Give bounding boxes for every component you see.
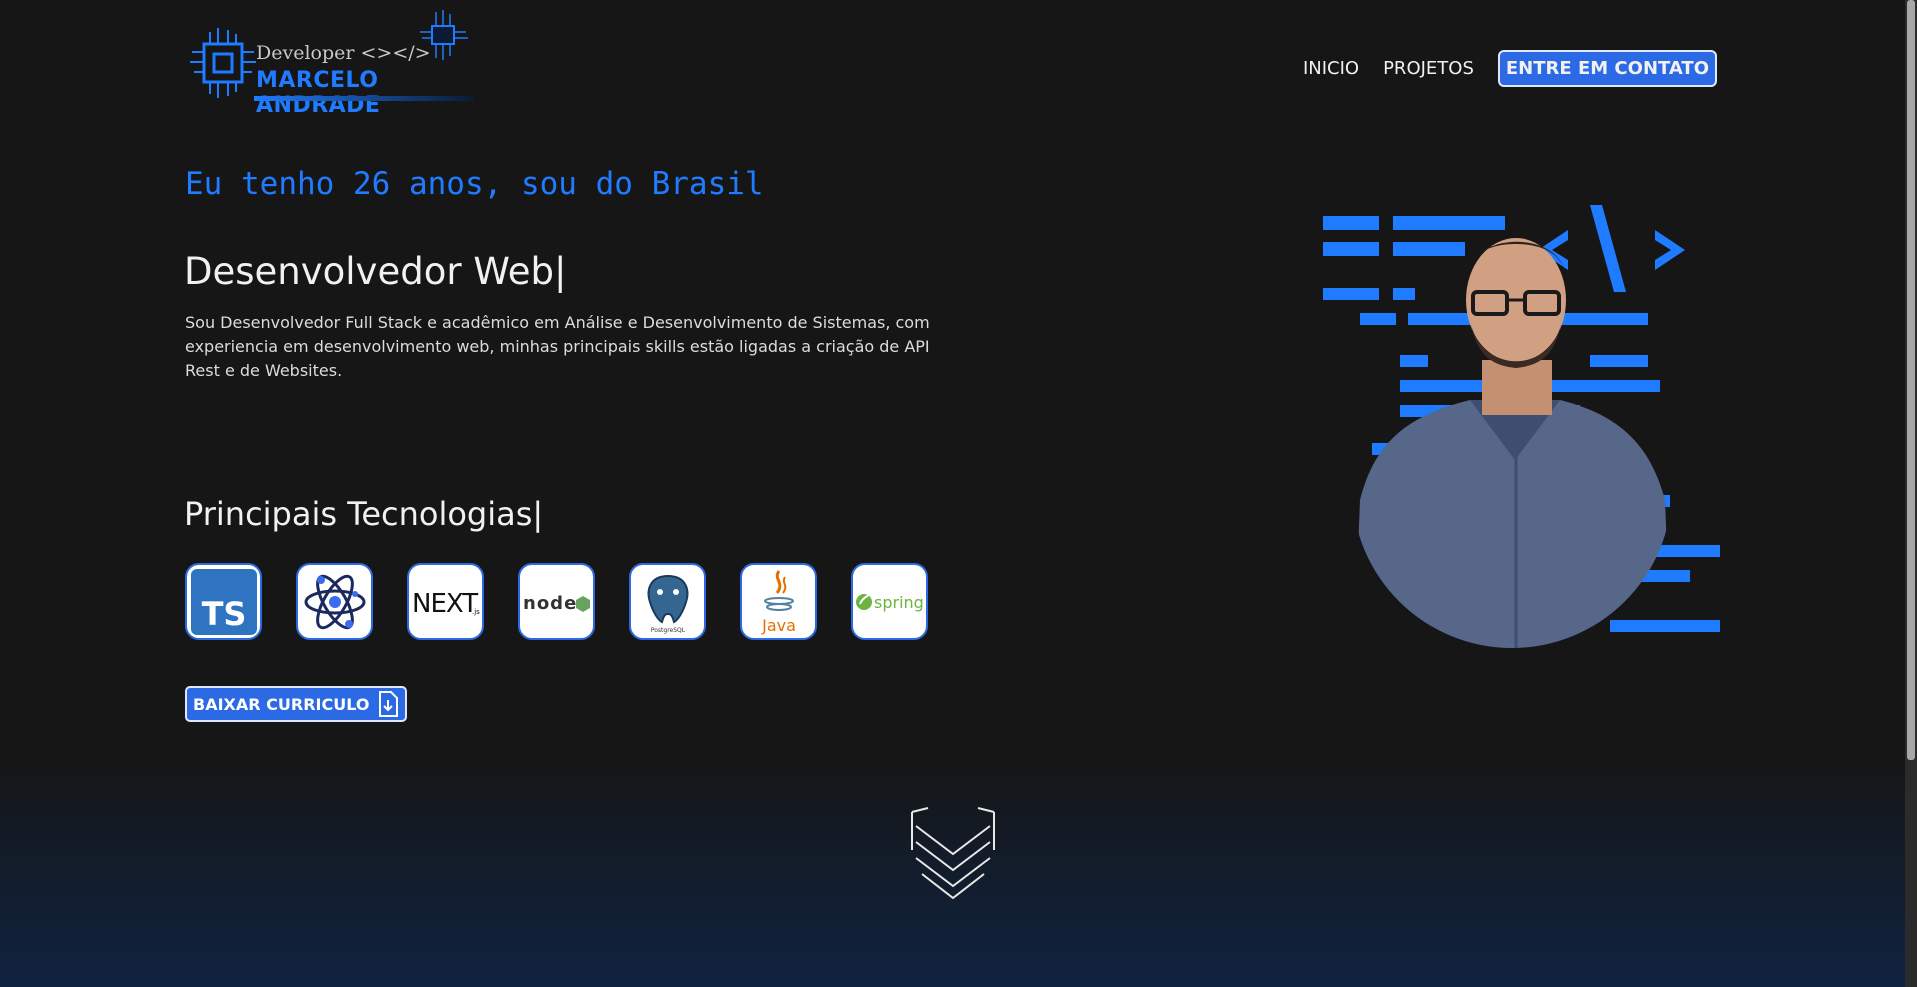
react-icon bbox=[304, 574, 365, 629]
svg-text:node: node bbox=[523, 593, 577, 614]
tech-card-typescript[interactable]: TS bbox=[185, 563, 262, 640]
role-title: Desenvolvedor Web| bbox=[184, 250, 567, 293]
svg-text:PostgreSQL: PostgreSQL bbox=[650, 627, 685, 634]
circuit-chip-icon bbox=[190, 28, 256, 98]
logo-name: MARCELO ANDRADE bbox=[256, 68, 381, 118]
typescript-icon: TS bbox=[190, 568, 257, 635]
download-cv-label: BAIXAR CURRICULO bbox=[193, 694, 370, 714]
site-header: Developer <></> MARCELO ANDRADE INICIO P… bbox=[0, 0, 1905, 120]
svg-text:spring: spring bbox=[874, 593, 924, 612]
about-description: Sou Desenvolvedor Full Stack e acadêmico… bbox=[185, 313, 930, 380]
svg-text:Java: Java bbox=[761, 616, 796, 635]
tech-title: Principais Tecnologias| bbox=[184, 495, 544, 533]
logo-underline bbox=[254, 96, 474, 101]
contact-button[interactable]: ENTRE EM CONTATO bbox=[1497, 50, 1717, 87]
main-nav: INICIO PROJETOS ENTRE EM CONTATO bbox=[1303, 50, 1717, 87]
tech-card-nodejs[interactable]: node bbox=[518, 563, 595, 640]
tech-list: TS NEXT .js node PostgreSQL Java spring bbox=[185, 563, 928, 640]
scrollbar-thumb[interactable] bbox=[1907, 0, 1915, 760]
age-line: Eu tenho 26 anos, sou do Brasil bbox=[185, 166, 764, 202]
page-scrollbar[interactable] bbox=[1905, 0, 1917, 987]
nextjs-icon: NEXT .js bbox=[412, 589, 480, 619]
nav-item-projetos[interactable]: PROJETOS bbox=[1383, 58, 1474, 79]
tech-card-postgresql[interactable]: PostgreSQL bbox=[629, 563, 706, 640]
svg-text:NEXT: NEXT bbox=[412, 589, 478, 619]
logo-subtitle: Developer <></> bbox=[256, 42, 431, 64]
nav-item-inicio[interactable]: INICIO bbox=[1303, 58, 1359, 79]
svg-text:.js: .js bbox=[472, 608, 480, 616]
tech-card-spring[interactable]: spring bbox=[851, 563, 928, 640]
tech-card-nextjs[interactable]: NEXT .js bbox=[407, 563, 484, 640]
nodejs-icon: node bbox=[523, 593, 590, 614]
java-icon: Java bbox=[761, 569, 796, 635]
postgresql-icon: PostgreSQL bbox=[647, 574, 688, 634]
spring-icon: spring bbox=[855, 593, 924, 612]
scroll-down-icon[interactable] bbox=[908, 806, 998, 910]
hero-illustration bbox=[1323, 205, 1720, 648]
download-cv-button[interactable]: BAIXAR CURRICULO bbox=[185, 686, 408, 722]
svg-text:TS: TS bbox=[201, 595, 246, 633]
file-download-icon bbox=[379, 691, 399, 717]
tech-card-react[interactable] bbox=[296, 563, 373, 640]
tech-card-java[interactable]: Java bbox=[740, 563, 817, 640]
site-logo[interactable]: Developer <></> MARCELO ANDRADE bbox=[188, 8, 478, 118]
